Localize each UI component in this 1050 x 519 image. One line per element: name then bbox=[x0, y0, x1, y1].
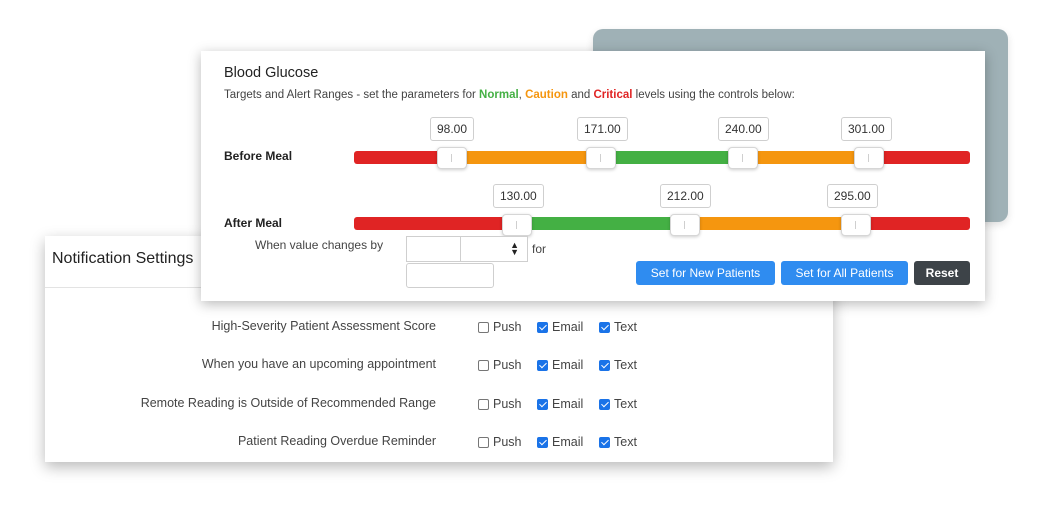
critical-high-segment bbox=[854, 217, 970, 230]
critical-low-segment bbox=[354, 217, 516, 230]
email-label: Email bbox=[552, 320, 584, 334]
normal-segment bbox=[602, 151, 743, 164]
email-checkbox[interactable] bbox=[537, 436, 548, 448]
push-label: Push bbox=[493, 435, 522, 449]
text-checkbox[interactable] bbox=[599, 398, 610, 410]
before-meal-value-3[interactable]: 240.00 bbox=[718, 117, 769, 141]
text-label: Text bbox=[614, 435, 637, 449]
push-label: Push bbox=[493, 358, 522, 372]
email-label: Email bbox=[552, 358, 584, 372]
before-meal-slider-handle-3[interactable] bbox=[728, 147, 758, 169]
push-option[interactable]: Push bbox=[478, 435, 522, 449]
caution-high-segment bbox=[743, 151, 869, 164]
normal-segment bbox=[516, 217, 683, 230]
after-meal-value-3[interactable]: 295.00 bbox=[827, 184, 878, 208]
text-label: Text bbox=[614, 397, 637, 411]
before-meal-slider-handle-4[interactable] bbox=[854, 147, 884, 169]
email-option[interactable]: Email bbox=[537, 320, 583, 334]
after-meal-slider-handle-2[interactable] bbox=[670, 214, 700, 236]
before-meal-value-2[interactable]: 171.00 bbox=[577, 117, 628, 141]
push-label: Push bbox=[493, 397, 522, 411]
caution-high-segment bbox=[683, 217, 854, 230]
email-label: Email bbox=[552, 397, 584, 411]
text-option[interactable]: Text bbox=[599, 435, 637, 449]
email-checkbox[interactable] bbox=[537, 321, 548, 333]
subtitle-prefix: Targets and Alert Ranges - set the param… bbox=[224, 89, 480, 101]
before-meal-value-1[interactable]: 98.00 bbox=[430, 117, 475, 141]
email-option[interactable]: Email bbox=[537, 358, 583, 372]
text-checkbox[interactable] bbox=[599, 321, 610, 333]
caution-low-segment bbox=[452, 151, 602, 164]
push-option[interactable]: Push bbox=[478, 320, 522, 334]
blood-glucose-title: Blood Glucose bbox=[224, 65, 319, 81]
text-option[interactable]: Text bbox=[599, 358, 637, 372]
critical-high-segment bbox=[869, 151, 970, 164]
after-meal-slider-handle-1[interactable] bbox=[502, 214, 532, 236]
duration-select[interactable] bbox=[406, 263, 494, 288]
push-checkbox[interactable] bbox=[478, 321, 489, 333]
blood-glucose-subtitle: Targets and Alert Ranges - set the param… bbox=[224, 89, 795, 101]
text-option[interactable]: Text bbox=[599, 397, 637, 411]
push-checkbox[interactable] bbox=[478, 359, 489, 371]
subtitle-suffix: levels using the controls below: bbox=[632, 89, 795, 101]
stepper-arrows-icon[interactable]: ▲ ▼ bbox=[510, 241, 519, 257]
notification-row-label: When you have an upcoming appointment bbox=[201, 357, 436, 371]
push-checkbox[interactable] bbox=[478, 436, 489, 448]
after-meal-value-1[interactable]: 130.00 bbox=[493, 184, 544, 208]
text-label: Text bbox=[614, 358, 637, 372]
text-checkbox[interactable] bbox=[599, 436, 610, 448]
change-value-input[interactable] bbox=[406, 236, 462, 262]
for-label: for bbox=[532, 242, 547, 256]
text-checkbox[interactable] bbox=[599, 359, 610, 371]
after-meal-value-2[interactable]: 212.00 bbox=[660, 184, 711, 208]
before-meal-label: Before Meal bbox=[224, 149, 293, 163]
caution-word: Caution bbox=[525, 89, 568, 101]
reset-button[interactable]: Reset bbox=[914, 261, 970, 285]
email-label: Email bbox=[552, 435, 584, 449]
before-meal-slider-handle-1[interactable] bbox=[437, 147, 467, 169]
email-checkbox[interactable] bbox=[537, 398, 548, 410]
notification-row-label: Remote Reading is Outside of Recommended… bbox=[140, 396, 436, 410]
notification-settings-title: Notification Settings bbox=[52, 250, 194, 267]
email-option[interactable]: Email bbox=[537, 397, 583, 411]
normal-word: Normal bbox=[479, 89, 519, 101]
push-checkbox[interactable] bbox=[478, 398, 489, 410]
notification-row-label: Patient Reading Overdue Reminder bbox=[237, 434, 436, 448]
after-meal-label: After Meal bbox=[224, 216, 283, 230]
notification-row: High-Severity Patient Assessment Score P… bbox=[45, 319, 833, 341]
notification-row: Patient Reading Overdue Reminder Push Em… bbox=[45, 434, 833, 456]
subtitle-and: and bbox=[567, 89, 594, 101]
email-option[interactable]: Email bbox=[537, 435, 583, 449]
blood-glucose-panel: Blood Glucose Targets and Alert Ranges -… bbox=[201, 51, 985, 301]
after-meal-slider-handle-3[interactable] bbox=[841, 214, 871, 236]
notification-row-label: High-Severity Patient Assessment Score bbox=[211, 319, 436, 333]
notification-row: Remote Reading is Outside of Recommended… bbox=[45, 396, 833, 418]
push-option[interactable]: Push bbox=[478, 397, 522, 411]
after-meal-range-track bbox=[354, 217, 970, 230]
set-for-all-patients-button[interactable]: Set for All Patients bbox=[781, 261, 908, 285]
text-label: Text bbox=[614, 320, 637, 334]
push-label: Push bbox=[493, 320, 522, 334]
email-checkbox[interactable] bbox=[537, 359, 548, 371]
before-meal-value-4[interactable]: 301.00 bbox=[841, 117, 892, 141]
notification-row: When you have an upcoming appointment Pu… bbox=[45, 357, 833, 379]
text-option[interactable]: Text bbox=[599, 320, 637, 334]
change-unit-stepper[interactable]: ▲ ▼ bbox=[460, 236, 528, 262]
push-option[interactable]: Push bbox=[478, 358, 522, 372]
critical-word: Critical bbox=[593, 89, 633, 101]
before-meal-slider-handle-2[interactable] bbox=[586, 147, 616, 169]
change-threshold-label: When value changes by bbox=[255, 238, 384, 252]
set-for-new-patients-button[interactable]: Set for New Patients bbox=[636, 261, 775, 285]
